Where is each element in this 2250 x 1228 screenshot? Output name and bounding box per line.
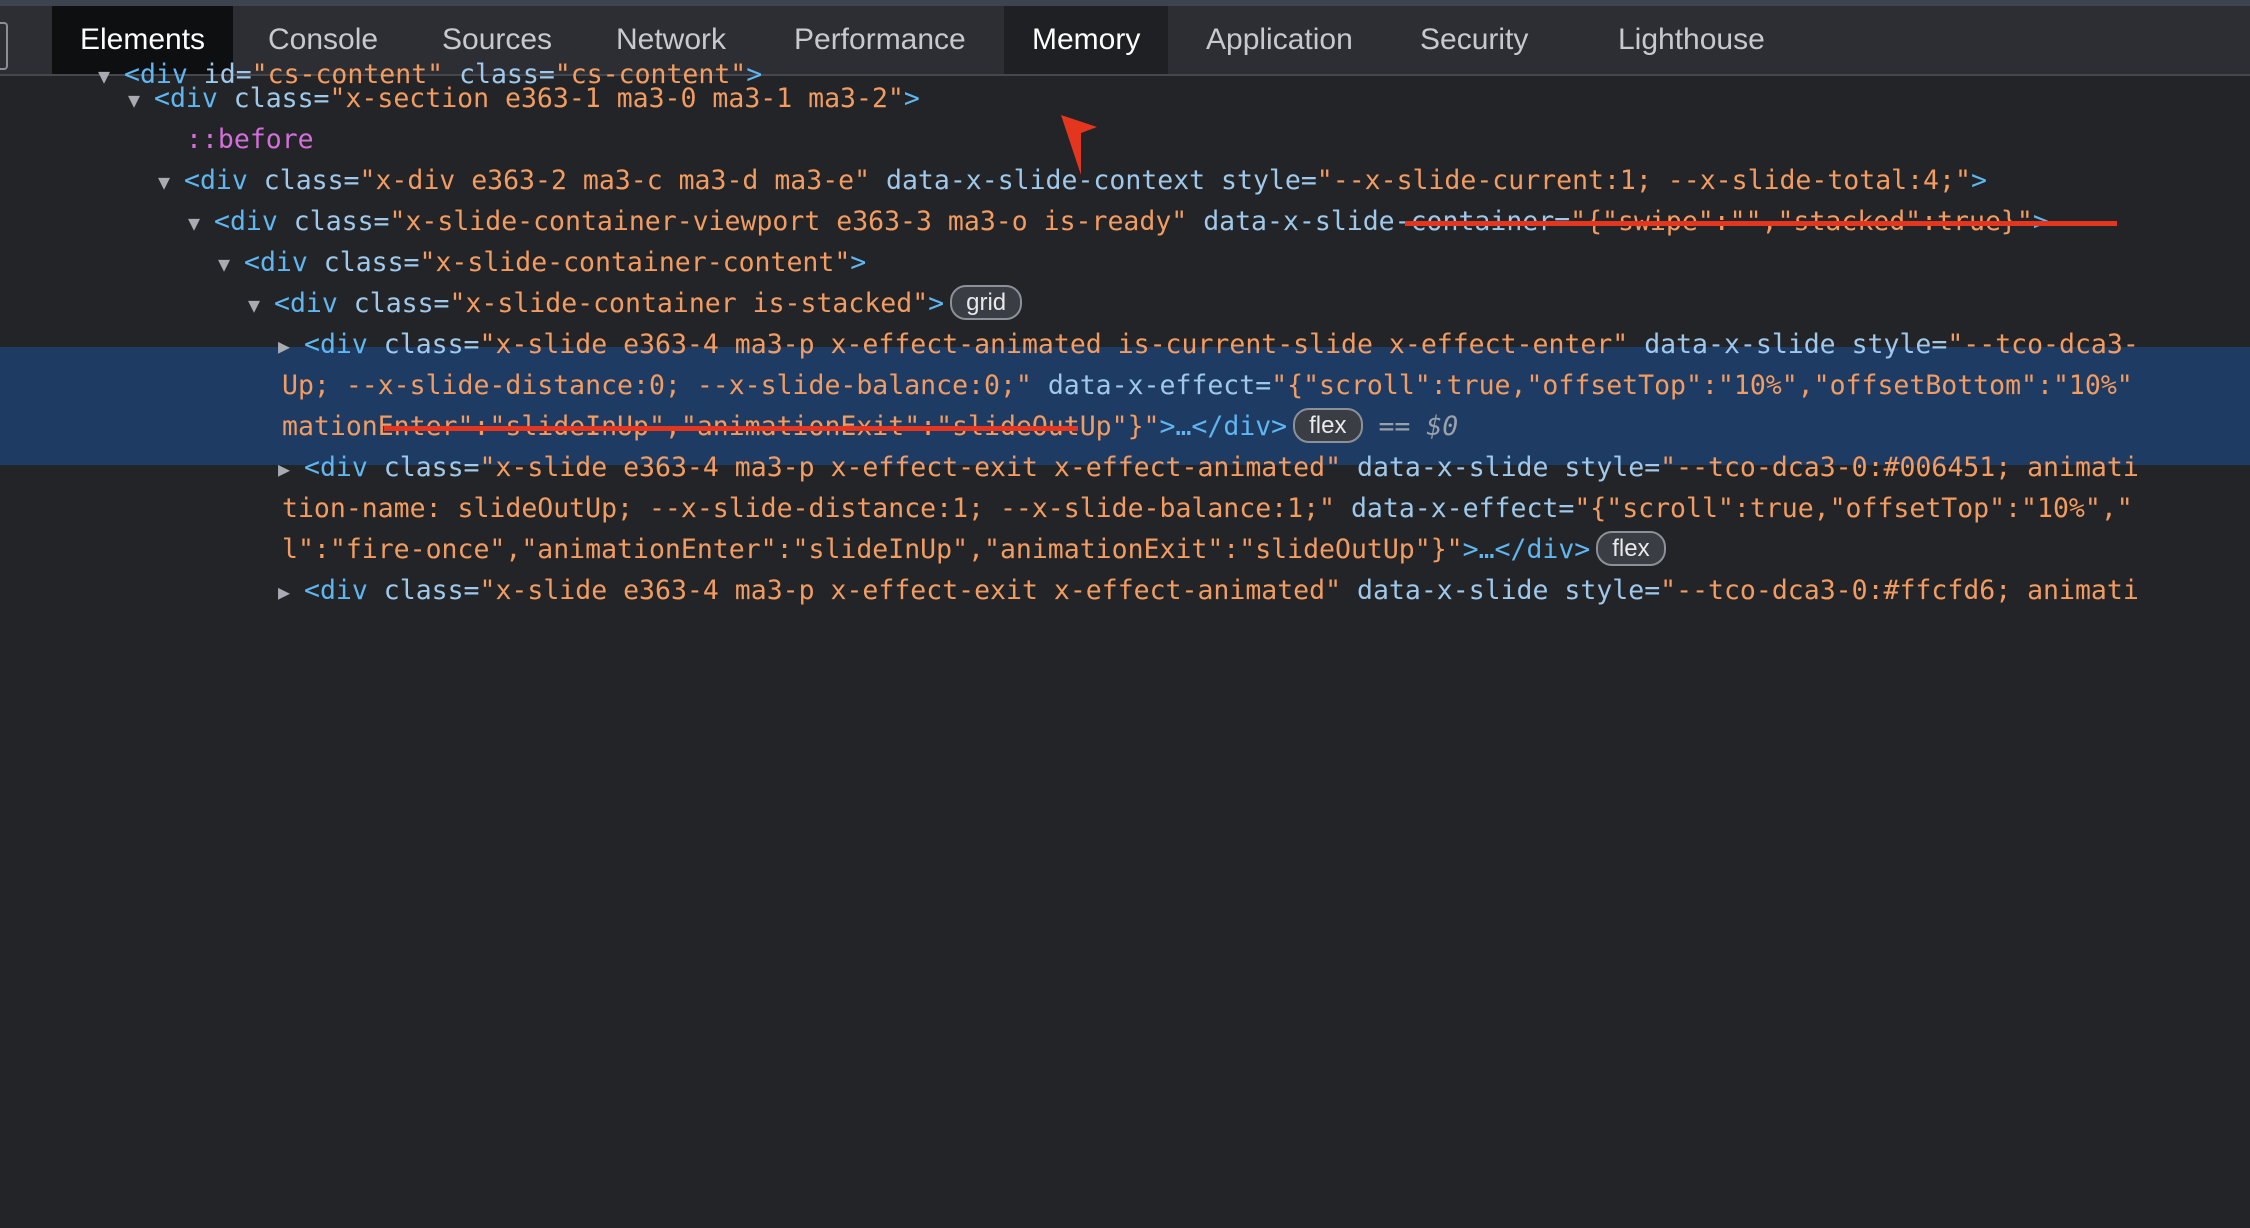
dom-node-row-continuation: mationEnter":"slideInUp","animationExit"… [0,406,2250,447]
dom-node-row[interactable]: ▼ <div class="x-slide-container-content"> [0,242,2250,283]
annotation-underline [384,426,1078,431]
expand-triangle-icon[interactable]: ▼ [248,285,274,324]
expand-triangle-icon[interactable]: ▼ [188,203,214,242]
expand-triangle-icon[interactable]: ▼ [218,244,244,283]
dom-node-row[interactable]: ▶ <div class="x-slide e363-4 ma3-p x-effe… [0,447,2250,488]
expand-triangle-icon[interactable]: ▼ [128,80,154,119]
dom-node-row-continuation: Up; --x-slide-distance:0; --x-slide-bala… [282,370,2133,401]
expand-triangle-icon[interactable]: ▶ [278,326,304,365]
dom-node-row-continuation: tion-name: slideOutUp; --x-slide-distanc… [282,493,2133,524]
grid-badge[interactable]: grid [950,285,1023,320]
expand-triangle-icon[interactable]: ▶ [278,572,304,611]
annotation-underline [1405,221,2117,226]
dom-node-row[interactable]: ▼ <div class="x-section e363-1 ma3-0 ma3-… [0,78,2250,119]
dom-node-row[interactable]: ::before [0,119,2250,160]
dom-node-row[interactable]: ▼ <div class="x-slide-container is-stacke… [0,283,2250,324]
dom-tree-panel: ▼ <div id="cs-content" class="cs-content"… [0,59,2250,614]
dom-node-row-continuation: l":"fire-once","animationEnter":"slideIn… [0,529,2250,570]
dom-node-row[interactable]: ▶ <div class="x-slide e363-4 ma3-p x-effe… [0,570,2250,611]
selected-node-marker: == $0 [1362,411,1459,442]
dom-node-row-selected[interactable]: ▶ <div class="x-slide e363-4 ma3-p x-effe… [0,324,2250,365]
dom-node-row[interactable]: ▼ <div class="x-div e363-2 ma3-c ma3-d ma… [0,160,2250,201]
expand-triangle-icon[interactable]: ▶ [278,449,304,488]
annotation-pointer-icon [1061,115,1097,175]
flex-badge[interactable]: flex [1596,531,1666,566]
flex-badge[interactable]: flex [1293,408,1363,443]
expand-triangle-icon[interactable]: ▼ [158,162,184,201]
